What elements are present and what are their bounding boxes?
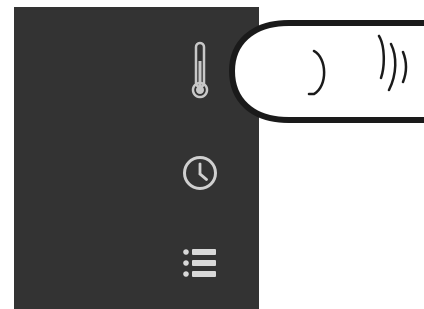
sidebar-item-list[interactable]: [172, 235, 228, 291]
sidebar: [14, 7, 259, 309]
top-border: [0, 0, 424, 7]
sidebar-item-clock[interactable]: [172, 145, 228, 201]
clock-icon: [180, 153, 220, 193]
thermometer-icon: [185, 41, 215, 101]
list-icon: [180, 243, 220, 283]
sidebar-item-temperature[interactable]: [172, 41, 228, 101]
